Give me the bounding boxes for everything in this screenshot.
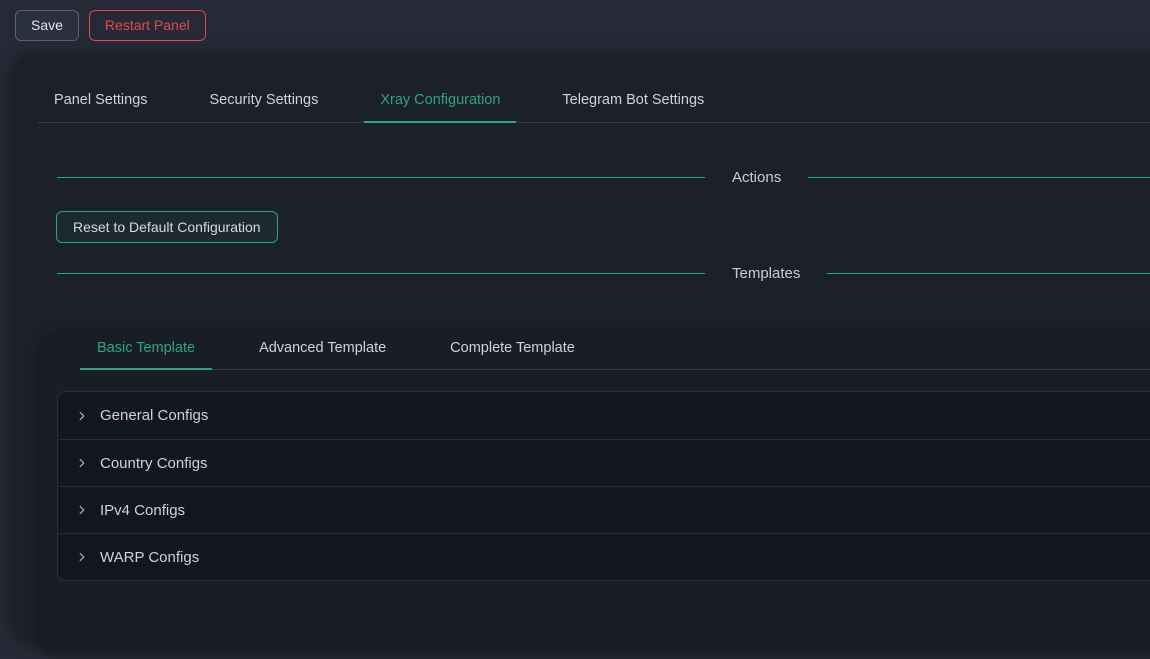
tab-panel-settings[interactable]: Panel Settings <box>38 85 164 122</box>
tab-advanced-template[interactable]: Advanced Template <box>242 334 403 369</box>
collapse-row-general-configs[interactable]: General Configs <box>58 392 1150 439</box>
tab-xray-configuration[interactable]: Xray Configuration <box>364 85 516 122</box>
collapse-row-label: IPv4 Configs <box>100 502 185 519</box>
collapse-row-label: Country Configs <box>100 455 208 472</box>
tab-telegram-bot-settings[interactable]: Telegram Bot Settings <box>546 85 720 122</box>
divider-line <box>57 273 705 274</box>
divider-line <box>808 177 1150 178</box>
chevron-right-icon <box>75 409 89 423</box>
template-sections-list: General Configs Country Configs IPv4 Con… <box>57 391 1150 581</box>
templates-divider: Templates <box>57 262 1150 284</box>
tab-basic-template[interactable]: Basic Template <box>80 334 212 369</box>
templates-card: Basic Template Advanced Template Complet… <box>40 334 1150 654</box>
divider-line <box>57 177 705 178</box>
collapse-row-warp-configs[interactable]: WARP Configs <box>58 533 1150 580</box>
chevron-right-icon <box>75 456 89 470</box>
tab-security-settings[interactable]: Security Settings <box>194 85 335 122</box>
collapse-row-label: General Configs <box>100 407 208 424</box>
settings-card: Panel Settings Security Settings Xray Co… <box>14 55 1150 640</box>
reset-to-default-button[interactable]: Reset to Default Configuration <box>56 211 278 243</box>
settings-tab-bar: Panel Settings Security Settings Xray Co… <box>38 85 1150 123</box>
divider-line <box>827 273 1150 274</box>
chevron-right-icon <box>75 503 89 517</box>
save-button[interactable]: Save <box>15 10 79 41</box>
collapse-row-country-configs[interactable]: Country Configs <box>58 439 1150 486</box>
topbar: Save Restart Panel <box>0 0 1150 50</box>
restart-panel-button[interactable]: Restart Panel <box>89 10 206 41</box>
template-tab-bar: Basic Template Advanced Template Complet… <box>80 334 1150 370</box>
templates-divider-label: Templates <box>732 265 800 282</box>
actions-divider-label: Actions <box>732 169 781 186</box>
collapse-row-ipv4-configs[interactable]: IPv4 Configs <box>58 486 1150 533</box>
tab-complete-template[interactable]: Complete Template <box>433 334 592 369</box>
chevron-right-icon <box>75 550 89 564</box>
collapse-row-label: WARP Configs <box>100 549 199 566</box>
actions-divider: Actions <box>57 166 1150 188</box>
